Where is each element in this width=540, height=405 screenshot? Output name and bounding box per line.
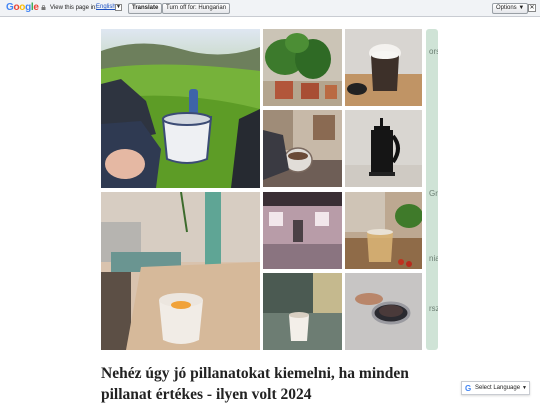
photo-tile-coffee-tin[interactable] (345, 273, 422, 350)
photo-tile-cup-room[interactable] (263, 110, 342, 187)
tea-glass-image (345, 192, 422, 269)
translate-button[interactable]: Translate (128, 3, 163, 14)
coffee-tin-image (345, 273, 422, 350)
map-label: rsz (429, 304, 438, 313)
lock-icon (41, 5, 46, 10)
select-language-dropdown[interactable]: G Select Language ▼ (461, 381, 530, 395)
options-button[interactable]: Options ▼ (492, 3, 529, 14)
translate-bar: Google View this page in: English ▼ Tran… (0, 0, 540, 17)
plants-image (263, 29, 342, 106)
chevron-down-icon: ▼ (522, 385, 527, 391)
photo-tile-train-cup[interactable] (263, 273, 342, 350)
photo-tile-coffee-cream[interactable] (345, 29, 422, 106)
google-g-icon: G (465, 384, 472, 393)
language-link[interactable]: English (96, 4, 116, 10)
cup-meadow-image (101, 29, 260, 188)
view-page-text: View this page in: (50, 5, 97, 11)
map-label: nia (429, 254, 438, 263)
map-label: ors (429, 47, 438, 56)
select-language-label: Select Language (475, 385, 521, 391)
french-press-image (345, 110, 422, 187)
photo-tile-tea-glass[interactable] (345, 192, 422, 269)
language-dropdown-button[interactable]: ▼ (115, 4, 122, 11)
cafe-cup-image (101, 192, 260, 350)
photo-tile-plants[interactable] (263, 29, 342, 106)
map-thumbnail[interactable]: ors Gr nia rsz (426, 29, 438, 350)
photo-tile-french-press[interactable] (345, 110, 422, 187)
coffee-cream-image (345, 29, 422, 106)
close-icon[interactable]: ✕ (528, 4, 536, 12)
photo-tile-cup-meadow[interactable] (101, 29, 260, 188)
turn-off-button[interactable]: Turn off for: Hungarian (162, 3, 231, 14)
train-cup-image (263, 273, 342, 350)
photo-tile-gallery-room[interactable] (263, 192, 342, 269)
cup-room-image (263, 110, 342, 187)
google-logo: Google (6, 2, 39, 13)
map-label: Gr (429, 189, 438, 198)
photo-tile-cafe-cup[interactable] (101, 192, 260, 350)
gallery-room-image (263, 192, 342, 269)
post-title[interactable]: Nehéz úgy jó pillanatokat kiemelni, ha m… (101, 363, 446, 405)
